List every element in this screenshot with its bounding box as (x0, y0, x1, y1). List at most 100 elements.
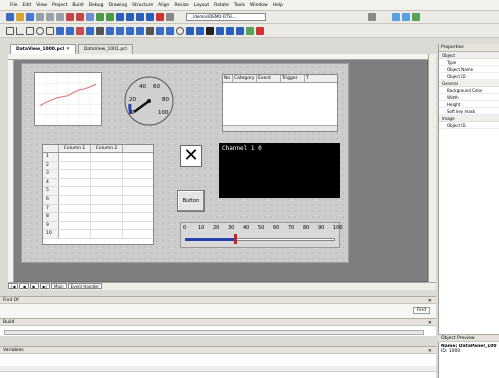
undo-icon[interactable] (66, 13, 74, 21)
forward-icon[interactable] (402, 13, 410, 21)
snap-icon[interactable] (226, 26, 234, 35)
design-canvas[interactable]: 40 60 20 80 0 100 No Category Event Trig… (21, 63, 349, 263)
slider-thumb[interactable] (233, 234, 237, 244)
table-cell[interactable] (91, 195, 123, 204)
menu-drawing[interactable]: Drawing (108, 3, 127, 8)
list-icon[interactable] (156, 26, 164, 35)
close-icon[interactable]: ✕ (180, 145, 202, 167)
resize-icon[interactable] (146, 13, 154, 21)
table-cell[interactable] (59, 161, 91, 170)
polygon-icon[interactable] (46, 26, 54, 35)
table-cell[interactable] (91, 230, 123, 238)
gauge-tool-icon[interactable] (76, 26, 84, 35)
table-row[interactable]: 9 (43, 221, 153, 231)
table-row[interactable]: 4 (43, 178, 153, 188)
properties-section-object[interactable]: Object (439, 52, 499, 59)
table-cell[interactable] (59, 187, 91, 195)
table-cell[interactable] (91, 153, 123, 161)
table-cell[interactable] (91, 213, 123, 221)
table-cell[interactable] (59, 170, 91, 178)
properties-section-image[interactable]: Image (439, 115, 499, 122)
table-cell[interactable] (91, 170, 123, 178)
grid-icon[interactable] (126, 13, 134, 21)
event-table-scrollbar[interactable] (223, 125, 337, 131)
menu-tools[interactable]: Tools (234, 3, 245, 8)
run-icon[interactable] (106, 13, 114, 21)
menu-structure[interactable]: Structure (132, 3, 153, 8)
table-cell[interactable] (59, 221, 91, 230)
slider-widget[interactable]: 0 10 20 30 40 50 60 70 80 90 100 (180, 222, 343, 248)
nav-last-icon[interactable]: ▶| (39, 283, 51, 289)
build-icon[interactable] (96, 13, 104, 21)
arrange-icon[interactable] (186, 26, 194, 35)
distribute-icon[interactable] (236, 26, 244, 35)
menu-resize[interactable]: Resize (174, 3, 188, 8)
table-cell[interactable] (59, 195, 91, 204)
table-cell[interactable] (59, 230, 91, 238)
table-cell[interactable] (91, 187, 123, 195)
menu-rotate[interactable]: Rotate (214, 3, 229, 8)
copy-icon[interactable] (46, 13, 54, 21)
button-widget[interactable]: Button (177, 190, 205, 212)
property-object-name[interactable]: Object Name (439, 66, 499, 73)
slider-tool-icon[interactable] (136, 26, 144, 35)
table-cell[interactable] (59, 153, 91, 161)
properties-section-general[interactable]: General (439, 80, 499, 87)
nav-prev-icon[interactable]: ◀ (19, 283, 29, 289)
menu-build[interactable]: Build (72, 3, 83, 8)
select-icon[interactable] (6, 26, 14, 35)
menu-align[interactable]: Align (158, 3, 169, 8)
search-icon[interactable] (368, 13, 376, 21)
line-icon[interactable] (16, 26, 24, 35)
alarm-icon[interactable] (166, 26, 174, 35)
table-row[interactable]: 6 (43, 195, 153, 205)
property-width[interactable]: Width (439, 94, 499, 101)
font-icon[interactable] (96, 26, 104, 35)
property-height[interactable]: Height (439, 101, 499, 108)
menu-help[interactable]: Help (273, 3, 283, 8)
group-icon[interactable] (196, 26, 204, 35)
sheet-tab-event-handler[interactable]: Event Handler (67, 283, 103, 289)
save-icon[interactable] (26, 13, 34, 21)
cut-icon[interactable] (36, 13, 44, 21)
table-cell[interactable] (91, 178, 123, 187)
trend-tool-icon[interactable] (126, 26, 134, 35)
table-cell[interactable] (59, 178, 91, 187)
fill-icon[interactable] (206, 26, 214, 35)
property-type[interactable]: Type (439, 59, 499, 66)
data-table-widget[interactable]: Column 1 Column 2 1 2 3 4 5 6 7 8 9 10 (42, 144, 154, 245)
table-cell[interactable] (91, 204, 123, 213)
table-row[interactable]: 10 (43, 230, 153, 239)
table-row[interactable]: 8 (43, 213, 153, 222)
paste-icon[interactable] (56, 13, 64, 21)
gauge-widget[interactable]: 40 60 20 80 0 100 (122, 74, 177, 126)
menu-file[interactable]: File (10, 3, 18, 8)
layout-icon[interactable] (136, 13, 144, 21)
table-cell[interactable] (59, 213, 91, 221)
nav-next-icon[interactable]: ▶ (29, 283, 39, 289)
sheet-tab-main[interactable]: Main (51, 283, 67, 289)
home-icon[interactable] (412, 13, 420, 21)
meter-icon[interactable] (86, 26, 94, 35)
table-row[interactable]: 5 (43, 187, 153, 196)
menu-view[interactable]: View (36, 3, 47, 8)
align-icon[interactable] (116, 13, 124, 21)
ellipse-icon[interactable] (36, 26, 44, 35)
table-cell[interactable] (91, 221, 123, 230)
nav-first-icon[interactable]: |◀ (8, 283, 19, 289)
tab-dataview-1000[interactable]: DataView_1000.pcl ✕ (10, 44, 76, 54)
table-row[interactable]: 1 (43, 153, 153, 162)
menu-edit[interactable]: Edit (23, 3, 32, 8)
trend-chart-widget[interactable] (34, 72, 102, 126)
table-row[interactable]: 2 (43, 161, 153, 171)
find-button[interactable]: Find (412, 307, 430, 314)
menu-project[interactable]: Project (52, 3, 67, 8)
table-cell[interactable] (91, 161, 123, 170)
back-icon[interactable] (392, 13, 400, 21)
print-icon[interactable] (86, 13, 94, 21)
rotate-icon[interactable] (256, 26, 264, 35)
build-scrollbar[interactable] (4, 330, 424, 335)
menu-layout[interactable]: Layout (194, 3, 209, 8)
event-table-widget[interactable]: No Category Event Trigger T (222, 74, 338, 132)
image-icon[interactable] (66, 26, 74, 35)
